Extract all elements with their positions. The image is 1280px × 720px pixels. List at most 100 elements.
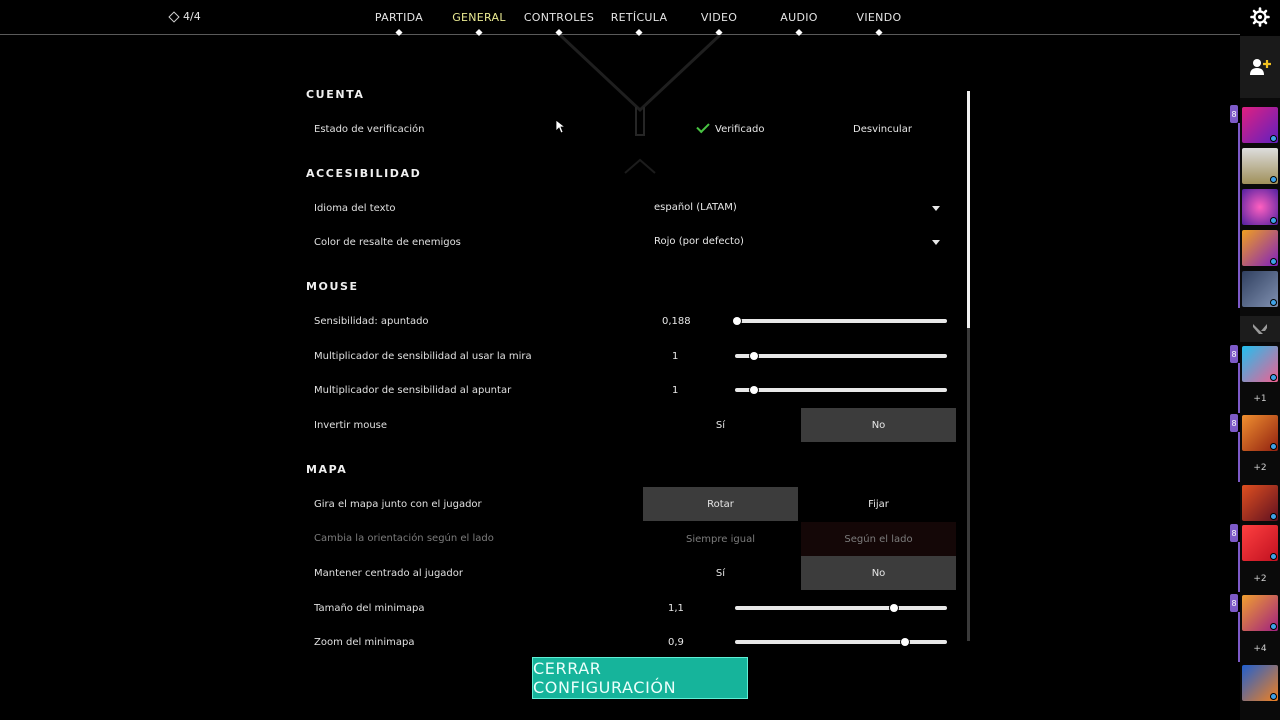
friend-avatar[interactable] xyxy=(1242,148,1278,184)
enemy-color-label: Color de resalte de enemigos xyxy=(314,237,461,248)
invert-mouse-label: Invertir mouse xyxy=(314,420,388,431)
tab-controles[interactable]: CONTROLES xyxy=(524,11,594,24)
orientation-siempre-igual: Siempre igual xyxy=(686,533,755,545)
gear-icon[interactable] xyxy=(1250,7,1270,27)
section-title-cuenta: CUENTA xyxy=(306,88,365,101)
group-more-count[interactable]: +2 xyxy=(1240,463,1280,473)
party-group-line xyxy=(1238,123,1240,308)
scope-multiplier-label: Multiplicador de sensibilidad al usar la… xyxy=(314,351,532,362)
minimap-size-value[interactable]: 1,1 xyxy=(668,603,684,614)
minimap-zoom-label: Zoom del minimapa xyxy=(314,637,415,648)
orientation-segun-lado: Según el lado xyxy=(801,522,956,556)
section-title-mapa: MAPA xyxy=(306,463,348,476)
group-more-count[interactable]: +4 xyxy=(1240,644,1280,654)
party-group-badge: 8 xyxy=(1230,345,1238,363)
friend-avatar[interactable] xyxy=(1242,415,1278,451)
slider-thumb[interactable] xyxy=(750,352,759,360)
friend-avatar[interactable] xyxy=(1242,525,1278,561)
group-more-count[interactable]: +1 xyxy=(1240,394,1280,404)
status-dot xyxy=(1270,176,1277,183)
rotate-map-label: Gira el mapa junto con el jugador xyxy=(314,499,482,510)
invert-mouse-yes[interactable]: Sí xyxy=(643,408,798,442)
sensitivity-slider[interactable] xyxy=(733,315,947,327)
keep-centered-yes[interactable]: Sí xyxy=(643,556,798,590)
slider-track xyxy=(735,606,947,610)
invert-mouse-no[interactable]: No xyxy=(801,408,956,442)
ads-multiplier-value[interactable]: 1 xyxy=(672,385,678,396)
settings-panel: CUENTA Estado de verificación Verificado… xyxy=(300,75,960,650)
tab-viendo[interactable]: VIENDO xyxy=(857,11,902,24)
status-dot xyxy=(1270,693,1277,700)
status-dot xyxy=(1270,217,1277,224)
tab-audio[interactable]: AUDIO xyxy=(780,11,817,24)
minimap-zoom-slider[interactable] xyxy=(735,636,947,648)
tab-general[interactable]: GENERAL xyxy=(452,11,506,24)
status-dot xyxy=(1270,513,1277,520)
friend-avatar[interactable] xyxy=(1242,595,1278,631)
status-dot xyxy=(1270,258,1277,265)
friend-avatar[interactable] xyxy=(1242,189,1278,225)
party-group-badge: 8 xyxy=(1230,414,1238,432)
verification-status: Verificado xyxy=(696,119,765,135)
ads-multiplier-label: Multiplicador de sensibilidad al apuntar xyxy=(314,385,512,396)
status-dot xyxy=(1270,374,1277,381)
slider-track xyxy=(735,354,947,358)
scope-multiplier-slider[interactable] xyxy=(735,350,947,362)
party-group-badge: 8 xyxy=(1230,105,1238,123)
party-group-badge: 8 xyxy=(1230,524,1238,542)
friend-avatar[interactable] xyxy=(1242,346,1278,382)
slider-thumb[interactable] xyxy=(900,638,909,646)
add-friend-icon xyxy=(1250,59,1271,75)
verification-status-text: Verificado xyxy=(715,124,765,135)
orientation-label: Cambia la orientación según el lado xyxy=(314,533,494,544)
friend-avatar[interactable] xyxy=(1242,665,1278,701)
tab-video[interactable]: VIDEO xyxy=(701,11,737,24)
group-more-count[interactable]: +2 xyxy=(1240,574,1280,584)
tab-partida[interactable]: PARTIDA xyxy=(375,11,423,24)
minimap-size-slider[interactable] xyxy=(735,602,947,614)
add-friend-button[interactable] xyxy=(1240,36,1280,98)
slider-thumb[interactable] xyxy=(733,317,742,325)
sensitivity-value[interactable]: 0,188 xyxy=(662,316,691,327)
checkmark-icon xyxy=(696,119,710,134)
status-dot xyxy=(1270,299,1277,306)
text-language-dropdown[interactable]: español (LATAM) xyxy=(640,198,950,218)
slider-track xyxy=(735,640,947,644)
party-group-line xyxy=(1238,542,1240,592)
enemy-color-dropdown[interactable]: Rojo (por defecto) xyxy=(640,232,950,252)
keep-centered-label: Mantener centrado al jugador xyxy=(314,568,463,579)
slider-thumb[interactable] xyxy=(890,604,898,612)
status-dot xyxy=(1270,553,1277,560)
party-diamond-icon xyxy=(168,10,180,23)
keep-centered-no[interactable]: No xyxy=(801,556,956,590)
tab-reticula[interactable]: RETÍCULA xyxy=(611,11,668,24)
friend-avatar[interactable] xyxy=(1242,271,1278,307)
mouse-cursor-icon xyxy=(555,119,565,134)
sensitivity-label: Sensibilidad: apuntado xyxy=(314,316,429,327)
status-dot xyxy=(1270,135,1277,142)
ads-multiplier-slider[interactable] xyxy=(735,384,947,396)
section-title-mouse: MOUSE xyxy=(306,280,359,293)
friend-avatar[interactable] xyxy=(1242,485,1278,521)
close-settings-button[interactable]: CERRAR CONFIGURACIÓN xyxy=(532,657,748,699)
scope-multiplier-value[interactable]: 1 xyxy=(672,351,678,362)
status-dot xyxy=(1270,623,1277,630)
enemy-color-value: Rojo (por defecto) xyxy=(654,236,744,247)
unlink-button[interactable]: Desvincular xyxy=(853,124,912,135)
rotate-map-rotar[interactable]: Rotar xyxy=(643,487,798,521)
party-group-line xyxy=(1238,363,1240,413)
status-dot xyxy=(1270,443,1277,450)
slider-track xyxy=(735,388,947,392)
friend-avatar[interactable] xyxy=(1242,107,1278,143)
scrollbar-thumb[interactable] xyxy=(967,91,970,328)
slider-thumb[interactable] xyxy=(750,386,759,394)
party-count: 4/4 xyxy=(183,10,201,23)
friend-avatar[interactable] xyxy=(1242,230,1278,266)
slider-track xyxy=(735,319,947,323)
minimap-zoom-value[interactable]: 0,9 xyxy=(668,637,684,648)
party-size-indicator[interactable]: 4/4 xyxy=(168,10,201,23)
rotate-map-fijar[interactable]: Fijar xyxy=(801,487,956,521)
text-language-label: Idioma del texto xyxy=(314,203,396,214)
verification-label: Estado de verificación xyxy=(314,124,425,135)
settings-scrollbar[interactable] xyxy=(967,91,970,641)
